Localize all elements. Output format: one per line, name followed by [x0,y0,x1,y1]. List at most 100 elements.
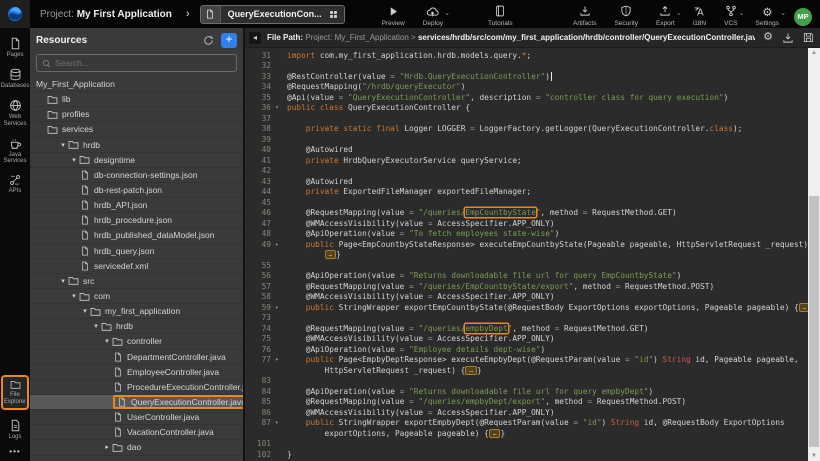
tree-row[interactable]: hrdb_published_dataModel.json [30,228,243,243]
code-line[interactable]: 75 @WMAccessVisibility(value = AccessSpe… [245,334,808,345]
rail-item-web-services[interactable]: Web Services [1,99,29,128]
code-line[interactable]: 36▾public class QueryExecutionController… [245,103,808,114]
code-line[interactable]: …} [245,250,808,261]
tree-row[interactable]: services [30,122,243,137]
add-resource-button[interactable]: + [221,33,237,48]
code-line[interactable]: 33@RestController(value = "Hrdb.QueryExe… [245,71,808,82]
tree-row[interactable]: QueryExecutionController.java [30,395,243,410]
code-line[interactable]: 37 [245,113,808,124]
tree-row[interactable]: hrdb_procedure.json [30,213,243,228]
tree-row[interactable]: ▾controller [30,334,243,349]
rail-item-pages[interactable]: Pages [1,37,29,59]
code-line[interactable]: 45 [245,197,808,208]
code-line[interactable]: 39 [245,134,808,145]
tree-row[interactable]: servicedef.xml [30,259,243,274]
scrollbar-thumb[interactable] [809,196,819,448]
artifacts-button[interactable]: Artifacts [573,5,596,27]
chevron-down-icon[interactable]: ▾ [69,156,79,164]
code-line[interactable]: 31import com.my_first_application.hrdb.m… [245,50,808,61]
tree-row[interactable]: hrdb_API.json [30,198,243,213]
chevron-down-icon[interactable]: ⌄ [676,9,682,17]
rail-item-java-services[interactable]: Java Services [1,137,29,166]
tree-row[interactable]: UserController.java [30,410,243,425]
rail-item-logs[interactable]: Logs [1,419,29,441]
code-line[interactable]: 74 @RequestMapping(value = "/queries/emp… [245,323,808,334]
code-line[interactable]: 46 @RequestMapping(value = "/queries/Emp… [245,208,808,219]
code-line[interactable]: 83 [245,376,808,387]
settings-button[interactable]: ⚙Settings⌄ [756,5,780,27]
tree-row[interactable]: ▾my_first_application [30,304,243,319]
code-line[interactable]: 35@Api(value = "QueryExecutionController… [245,92,808,103]
tree-row[interactable]: profiles [30,107,243,122]
code-line[interactable]: 38 private static final Logger LOGGER = … [245,124,808,135]
chevron-down-icon[interactable]: ▾ [58,141,68,149]
export-button[interactable]: Export⌄ [656,5,675,27]
code-line[interactable]: 85 @RequestMapping(value = "/queries/emp… [245,397,808,408]
tree-row[interactable]: ProcedureExecutionController.java [30,380,243,395]
code-line[interactable]: 49▸ public Page<EmpCountbyStateResponse>… [245,239,808,250]
resources-search[interactable] [36,54,237,72]
security-button[interactable]: Security [614,5,637,27]
chevron-down-icon[interactable]: ▾ [69,292,79,300]
code-line[interactable]: 41 private HrdbQueryExecutorService quer… [245,155,808,166]
tree-row[interactable]: ▾com [30,289,243,304]
code-line[interactable]: 87▸ public StringWrapper exportEmpbyDept… [245,418,808,429]
chevron-right-icon[interactable]: ▸ [102,443,112,451]
collapsed-code-icon[interactable]: … [489,429,501,438]
code-line[interactable]: 101 [245,439,808,450]
fold-toggle-icon[interactable]: ▸ [271,241,283,248]
tree-row[interactable]: DepartmentController.java [30,350,243,365]
fold-toggle-icon[interactable]: ▸ [271,356,283,363]
code-line[interactable]: 102} [245,449,808,460]
code-line[interactable]: 73 [245,313,808,324]
code-line[interactable]: 55 [245,260,808,271]
user-avatar[interactable]: MP [794,8,812,26]
rail-item-file-explorer[interactable]: File Explorer [1,375,29,410]
tutorials-button[interactable]: Tutorials [488,5,513,27]
tree-row[interactable]: db-connection-settings.json [30,168,243,183]
code-line[interactable]: 32 [245,61,808,72]
chevron-down-icon[interactable]: ▾ [91,322,101,330]
app-logo[interactable] [0,0,30,28]
collapsed-code-icon[interactable]: … [465,366,477,375]
code-line[interactable]: 84 @ApiOperation(value = "Returns downlo… [245,386,808,397]
tree-row[interactable]: VacationController.java [30,425,243,440]
code-line[interactable]: exportOptions, Pageable pageable) {…} [245,428,808,439]
editor-scrollbar[interactable]: ▲ ▼ [808,48,820,461]
code-line[interactable]: 47 @WMAccessVisibility(value = AccessSpe… [245,218,808,229]
tree-row[interactable]: lib [30,92,243,107]
code-line[interactable]: 57 @RequestMapping(value = "/queries/Emp… [245,281,808,292]
tree-row[interactable]: ▸dao [30,440,243,455]
fold-toggle-icon[interactable]: ▾ [271,104,283,111]
tree-row[interactable]: ▾hrdb [30,138,243,153]
refresh-icon[interactable] [203,35,214,46]
tree-row[interactable]: ▾designtime [30,153,243,168]
tab-document-icon[interactable] [201,5,221,24]
code-line[interactable]: 76 @ApiOperation(value = "Employee detai… [245,344,808,355]
code-editor[interactable]: 31import com.my_first_application.hrdb.m… [245,48,808,461]
tree-row[interactable]: ▾hrdb [30,319,243,334]
fold-toggle-icon[interactable]: ▸ [271,419,283,426]
code-line[interactable]: 43 @Autowired [245,176,808,187]
chevron-down-icon[interactable]: ⌄ [780,9,786,17]
code-line[interactable]: 58 @WMAccessVisibility(value = AccessSpe… [245,292,808,303]
code-line[interactable]: 34@RequestMapping("/hrdb/queryExecutor") [245,82,808,93]
deploy-button[interactable]: Deploy⌄ [423,5,443,27]
editor-settings-icon[interactable]: ⚙ [763,32,773,43]
code-line[interactable]: 42 [245,166,808,177]
collapsed-code-icon[interactable]: … [325,250,337,259]
code-line[interactable]: 59▸ public StringWrapper exportEmpCountb… [245,302,808,313]
chevron-down-icon[interactable]: ▾ [102,337,112,345]
chevron-down-icon[interactable]: ▾ [58,277,68,285]
scrollbar-track[interactable] [808,58,820,451]
collapse-panel-button[interactable]: ◂ [249,32,261,44]
collapsed-code-icon[interactable]: … [799,303,808,312]
code-line[interactable]: 44 private ExportedFileManager exportedF… [245,187,808,198]
rail-more-button[interactable]: ••• [9,447,20,456]
tree-row[interactable]: My_First_Application [30,77,243,92]
search-input[interactable] [55,58,231,68]
code-line[interactable]: 56 @ApiOperation(value = "Returns downlo… [245,271,808,282]
code-line[interactable]: 86 @WMAccessVisibility(value = AccessSpe… [245,407,808,418]
tree-row[interactable]: db-rest-patch.json [30,183,243,198]
tree-row[interactable]: hrdb_query.json [30,244,243,259]
